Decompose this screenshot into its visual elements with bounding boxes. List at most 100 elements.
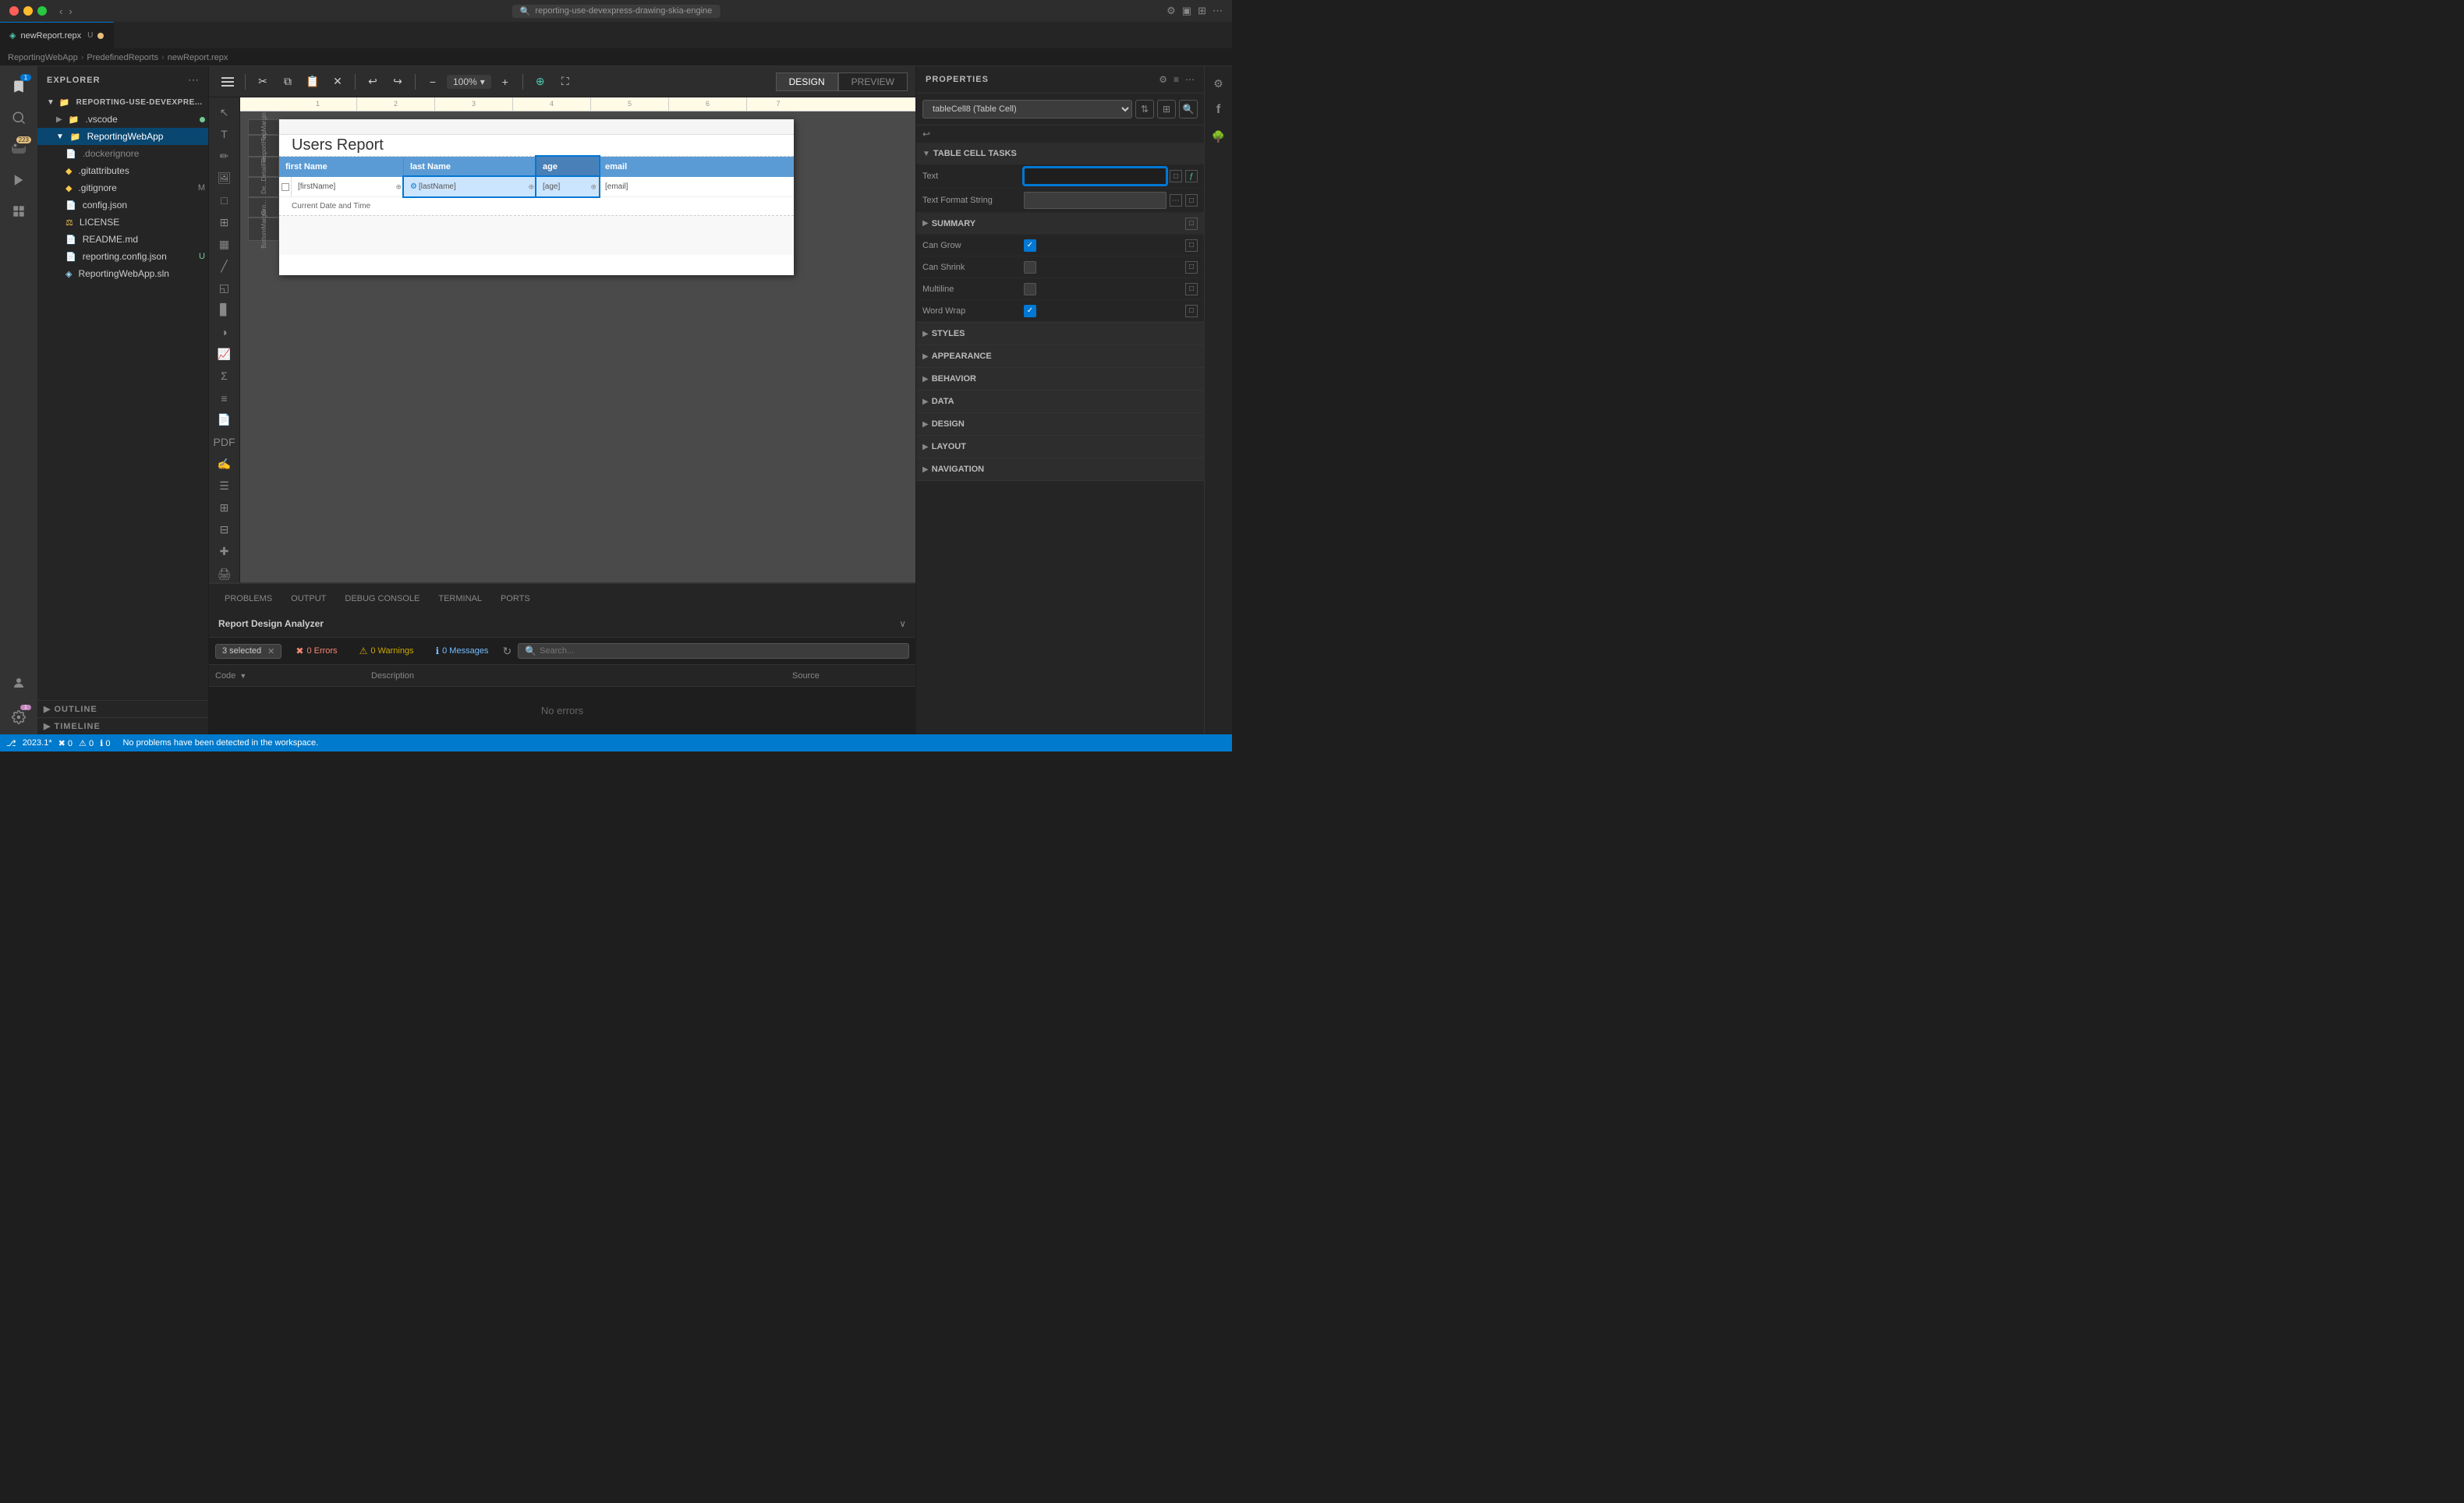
- copy-button[interactable]: ⧉: [277, 71, 299, 93]
- area-chart-tool[interactable]: 📈: [214, 345, 235, 362]
- preview-button[interactable]: PREVIEW: [838, 72, 908, 91]
- line-tool[interactable]: ╱: [214, 257, 235, 274]
- undo-icon[interactable]: ↩: [922, 129, 930, 140]
- tree-root[interactable]: ▼ 📁 REPORTING-USE-DEVEXPRE...: [37, 94, 208, 111]
- print-tool[interactable]: 🖨: [214, 565, 235, 582]
- activity-explorer[interactable]: 1: [5, 72, 33, 101]
- bar-chart-tool[interactable]: ▊: [214, 302, 235, 319]
- activity-extensions[interactable]: [5, 197, 33, 225]
- activity-settings[interactable]: 1: [5, 703, 33, 731]
- activity-account[interactable]: [5, 669, 33, 697]
- props-checkbox-wordwrap[interactable]: ✓: [1024, 305, 1036, 317]
- props-text-edit[interactable]: ƒ: [1185, 170, 1198, 182]
- props-format-check[interactable]: □: [1185, 194, 1198, 207]
- tree-item-vscode[interactable]: ▶ 📁 .vscode: [37, 111, 208, 128]
- sum-tool[interactable]: Σ: [214, 367, 235, 384]
- breadcrumb-app[interactable]: ReportingWebApp: [8, 53, 78, 62]
- props-input-format[interactable]: [1024, 192, 1167, 209]
- edit-tool[interactable]: ✏: [214, 147, 235, 164]
- image-tool[interactable]: 🖼: [214, 170, 235, 187]
- props-checkbox-canshrink[interactable]: [1024, 261, 1036, 274]
- props-checkbox-multiline[interactable]: [1024, 283, 1036, 295]
- filter-chip-selected[interactable]: 3 selected ✕: [215, 644, 281, 659]
- split-icon[interactable]: ⊞: [1198, 5, 1206, 17]
- props-canshrink-expand[interactable]: □: [1185, 261, 1198, 274]
- filter-errors-button[interactable]: ✖ 0 Errors: [288, 643, 345, 659]
- text-tool[interactable]: T: [214, 126, 235, 143]
- refresh-button[interactable]: ↻: [502, 645, 512, 658]
- tree-item-webapp[interactable]: ▼ 📁 ReportingWebApp: [37, 128, 208, 145]
- props-cell-selector[interactable]: tableCell8 (Table Cell): [922, 100, 1132, 118]
- back-icon[interactable]: ‹: [59, 5, 62, 17]
- section-header-styles[interactable]: ▶ STYLES: [916, 323, 1204, 345]
- cut-button[interactable]: ✂: [252, 71, 274, 93]
- section-header-design[interactable]: ▶ DESIGN: [916, 413, 1204, 435]
- props-search-button[interactable]: 🔍: [1179, 100, 1198, 118]
- tree-item-dockerignore[interactable]: 📄 .dockerignore: [37, 145, 208, 162]
- table-header-firstname[interactable]: first Name: [279, 157, 404, 177]
- menu-button[interactable]: [217, 71, 239, 93]
- tab-newreport[interactable]: ◈ newReport.repx U: [0, 22, 114, 49]
- section-header-data[interactable]: ▶ DATA: [916, 391, 1204, 412]
- forward-icon[interactable]: ›: [69, 5, 72, 17]
- redo-button[interactable]: ↪: [387, 71, 409, 93]
- zoom-control[interactable]: 100% ▾: [447, 75, 491, 89]
- props-wordwrap-expand[interactable]: □: [1185, 305, 1198, 317]
- row-checkbox[interactable]: [279, 177, 292, 196]
- filter-remove-button[interactable]: ✕: [267, 646, 274, 656]
- props-format-dots[interactable]: ⋯: [1170, 194, 1182, 207]
- table-header-age[interactable]: age: [536, 157, 599, 177]
- tree-item-readme[interactable]: 📄 README.md: [37, 231, 208, 248]
- dots-icon[interactable]: ⋯: [1213, 5, 1223, 17]
- activity-git[interactable]: 223: [5, 135, 33, 163]
- pie-chart-tool[interactable]: ◑: [214, 324, 235, 341]
- props-checkbox-cangrow[interactable]: ✓: [1024, 239, 1036, 252]
- minimize-button[interactable]: [23, 6, 33, 16]
- props-sort-button[interactable]: ⇅: [1135, 100, 1154, 118]
- paste-button[interactable]: 📋: [302, 71, 324, 93]
- table-cell-firstname[interactable]: [firstName] ⊕: [292, 177, 404, 196]
- table-cell-age[interactable]: [age] ⊕: [536, 177, 599, 196]
- props-grid-button[interactable]: ⊞: [1157, 100, 1176, 118]
- tree-item-repconfig[interactable]: 📄 reporting.config.json U: [37, 248, 208, 265]
- zoom-out-button[interactable]: −: [422, 71, 444, 93]
- tab-output[interactable]: OUTPUT: [281, 589, 335, 610]
- tree-item-license[interactable]: ⚖ LICENSE: [37, 214, 208, 231]
- tab-ports[interactable]: PORTS: [491, 589, 540, 610]
- undo-button[interactable]: ↩: [362, 71, 384, 93]
- analyzer-collapse-button[interactable]: ∨: [899, 618, 906, 629]
- zoom-in-button[interactable]: +: [494, 71, 516, 93]
- props-text-expand[interactable]: □: [1170, 170, 1182, 182]
- tree-item-config[interactable]: 📄 config.json: [37, 196, 208, 214]
- search-bar[interactable]: 🔍 reporting-use-devexpress-drawing-skia-…: [512, 5, 720, 18]
- props-gear-icon[interactable]: ⚙: [1159, 74, 1167, 85]
- outline-toggle[interactable]: ▶ OUTLINE: [44, 704, 202, 714]
- activity-run[interactable]: [5, 166, 33, 194]
- filter-warnings-button[interactable]: ⚠ 0 Warnings: [352, 643, 422, 659]
- grid-tool[interactable]: ▦: [214, 235, 235, 253]
- table-cell-email[interactable]: [email]: [599, 177, 724, 196]
- align-tool[interactable]: ⊟: [214, 522, 235, 539]
- settings-icon[interactable]: ⚙: [1167, 5, 1176, 17]
- props-dots-icon[interactable]: ⋯: [1185, 74, 1195, 85]
- breadcrumb-folder[interactable]: PredefinedReports: [87, 53, 158, 62]
- tree-item-gitignore[interactable]: ◆ .gitignore M: [37, 179, 208, 196]
- props-input-text[interactable]: [1024, 168, 1167, 185]
- list-tool[interactable]: ≡: [214, 389, 235, 406]
- pdf-tool[interactable]: PDF: [214, 433, 235, 451]
- right-icon-gear[interactable]: ⚙: [1208, 72, 1230, 94]
- filter-messages-button[interactable]: ℹ 0 Messages: [428, 643, 497, 659]
- sign-tool[interactable]: ✍: [214, 455, 235, 472]
- section-header-layout[interactable]: ▶ LAYOUT: [916, 436, 1204, 458]
- analyzer-search-input[interactable]: [540, 646, 902, 656]
- section-header-navigation[interactable]: ▶ NAVIGATION: [916, 458, 1204, 480]
- close-button[interactable]: [9, 6, 19, 16]
- tab-problems[interactable]: PROBLEMS: [215, 589, 281, 610]
- pointer-tool[interactable]: ↖: [214, 104, 235, 121]
- list2-tool[interactable]: ☰: [214, 477, 235, 494]
- table-tool[interactable]: ⊞: [214, 214, 235, 231]
- props-close-icon[interactable]: ≡: [1174, 74, 1179, 85]
- section-header-appearance[interactable]: ▶ APPEARANCE: [916, 345, 1204, 367]
- cross-tool[interactable]: ✚: [214, 543, 235, 561]
- timeline-toggle[interactable]: ▶ TIMELINE: [44, 721, 202, 731]
